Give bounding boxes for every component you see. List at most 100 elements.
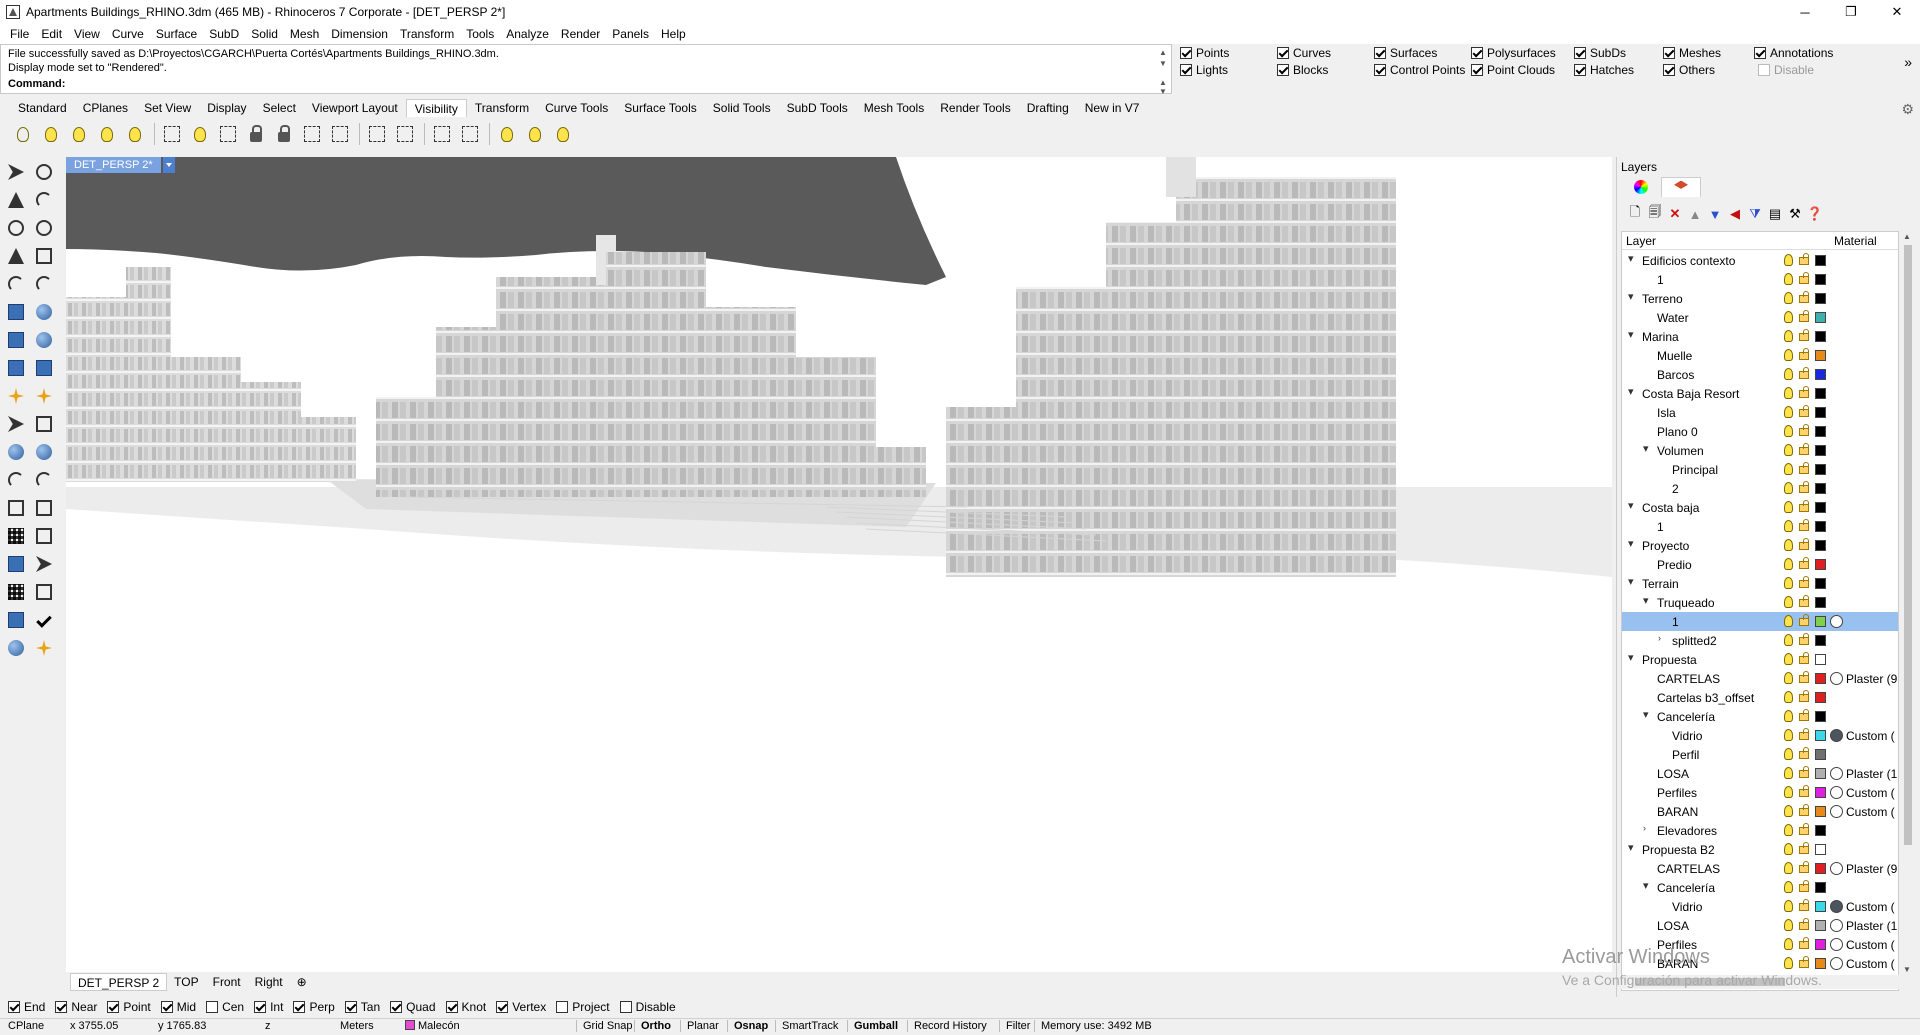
layer-color-swatch[interactable] [1815,312,1826,323]
osnap-checkbox[interactable] [206,1001,219,1013]
layer-visibility-bulb-icon[interactable] [1784,843,1793,855]
layer-color-swatch[interactable] [1815,426,1826,437]
layer-visibility-bulb-icon[interactable] [1784,824,1793,836]
layer-visibility-bulb-icon[interactable] [1784,672,1793,684]
ortho-toggle[interactable]: Ortho [634,1020,671,1032]
layer-color-swatch[interactable] [1815,901,1826,912]
filter-checkbox[interactable] [1374,47,1386,59]
layer-row[interactable]: Vidrio Custom ( [1622,897,1898,916]
unlock-selected-icon[interactable] [327,121,353,147]
layer-visibility-bulb-icon[interactable] [1784,330,1793,342]
layer-column-header[interactable]: Layer [1626,234,1656,248]
expand-chevron-icon[interactable]: ▾ [1643,442,1649,455]
osnap-perp[interactable]: Perp [293,1000,335,1014]
gumball-toggle[interactable]: Gumball [847,1020,898,1032]
layer-visibility-bulb-icon[interactable] [1784,520,1793,532]
analyze-icon[interactable] [32,552,56,576]
layer-color-swatch[interactable] [1815,255,1826,266]
expand-chevron-icon[interactable]: ▾ [1643,879,1649,892]
layer-lock-icon[interactable] [1799,728,1809,740]
unlock-icon[interactable] [271,121,297,147]
layer-visibility-bulb-icon[interactable] [1784,653,1793,665]
help-icon[interactable]: ❓ [1805,205,1825,223]
expand-chevron-icon[interactable]: ▾ [1628,252,1634,265]
layer-row[interactable]: Water [1622,308,1898,327]
layer-lock-icon[interactable] [1799,652,1809,664]
osnap-checkbox[interactable] [8,1001,20,1013]
text-icon[interactable] [4,496,28,520]
layer-visibility-bulb-icon[interactable] [1784,558,1793,570]
osnap-tan[interactable]: Tan [344,1000,380,1014]
layer-visibility-bulb-icon[interactable] [1784,691,1793,703]
history-scrollbar[interactable]: ▲ ▼ [1157,47,1169,69]
viewport-menu-dropdown-icon[interactable] [162,157,175,173]
layer-lock-icon[interactable] [1799,519,1809,531]
filter-hatches[interactable]: Hatches [1574,63,1634,77]
move-down-icon[interactable]: ▼ [1705,205,1725,223]
layer-color-swatch[interactable] [1815,939,1826,950]
layer-row[interactable]: Isla [1622,403,1898,422]
show-in-detail-icon[interactable] [392,121,418,147]
tab-new-in-v7[interactable]: New in V7 [1077,99,1148,117]
layer-row[interactable]: Perfil [1622,745,1898,764]
layer-lock-icon[interactable] [1799,405,1809,417]
layer-lock-icon[interactable] [1799,804,1809,816]
smarttrack-toggle[interactable]: SmartTrack [775,1020,838,1032]
filter-checkbox[interactable] [1180,47,1192,59]
hide-in-detail-icon[interactable] [364,121,390,147]
expand-chevron-icon[interactable]: ▾ [1628,499,1634,512]
layer-color-swatch[interactable] [1815,388,1826,399]
checkmark-icon[interactable] [32,608,56,632]
isolate-icon[interactable] [494,121,520,147]
material-sphere-icon[interactable] [1830,729,1843,742]
point-icon[interactable] [32,160,56,184]
layer-lock-icon[interactable] [1799,329,1809,341]
collapsed-chevron-icon[interactable]: › [1643,823,1646,833]
view-tab-det-persp-2[interactable]: DET_PERSP 2 [70,973,168,991]
material-sphere-icon[interactable] [1830,615,1843,628]
boolean-icon[interactable] [32,328,56,352]
planar-toggle[interactable]: Planar [680,1020,719,1032]
osnap-checkbox[interactable] [107,1001,120,1013]
tab-subd-tools[interactable]: SubD Tools [779,99,856,117]
filter-checkbox[interactable] [1277,64,1289,76]
layer-visibility-bulb-icon[interactable] [1784,919,1793,931]
layer-row[interactable]: ▾ Costa Baja Resort [1622,384,1898,403]
polyline-icon[interactable] [4,188,28,212]
layer-lock-icon[interactable] [1799,861,1809,873]
layer-lock-icon[interactable] [1799,462,1809,474]
layer-lock-icon[interactable] [1799,880,1809,892]
layer-visibility-bulb-icon[interactable] [1784,767,1793,779]
show-selected-icon[interactable] [66,121,92,147]
layer-color-swatch[interactable] [1815,293,1826,304]
filter-checkbox[interactable] [1574,47,1586,59]
layer-lock-icon[interactable] [1799,557,1809,569]
layer-visibility-bulb-icon[interactable] [1784,273,1793,285]
layer-visibility-bulb-icon[interactable] [1784,786,1793,798]
tab-mesh-tools[interactable]: Mesh Tools [856,99,932,117]
menu-item-dimension[interactable]: Dimension [325,27,394,41]
layer-row[interactable]: Cartelas b3_offset [1622,688,1898,707]
menu-item-transform[interactable]: Transform [394,27,460,41]
show-points-icon[interactable] [122,121,148,147]
tab-transform[interactable]: Transform [467,99,537,117]
osnap-checkbox[interactable] [254,1001,267,1013]
tab-viewport-layout[interactable]: Viewport Layout [304,99,406,117]
filter-checkbox[interactable] [1663,47,1675,59]
layer-visibility-bulb-icon[interactable] [1784,292,1793,304]
layer-color-swatch[interactable] [1815,445,1826,456]
scroll-down-icon[interactable]: ▼ [1903,965,1911,974]
layer-row[interactable]: ▾ Terreno [1622,289,1898,308]
scroll-up-icon[interactable]: ▲ [1903,232,1911,241]
layer-visibility-bulb-icon[interactable] [1784,805,1793,817]
grid-snap-toggle[interactable]: Grid Snap [576,1020,633,1032]
material-sphere-icon[interactable] [1830,767,1843,780]
osnap-checkbox[interactable] [293,1001,306,1013]
layer-color-swatch[interactable] [1815,920,1826,931]
command-input[interactable] [72,76,1152,91]
layer-row[interactable]: LOSA Plaster (1 [1622,916,1898,935]
filter-checkbox[interactable] [1758,64,1770,76]
filter-checkbox[interactable] [1663,64,1675,76]
osnap-mid[interactable]: Mid [160,1000,196,1014]
menu-item-surface[interactable]: Surface [150,27,203,41]
